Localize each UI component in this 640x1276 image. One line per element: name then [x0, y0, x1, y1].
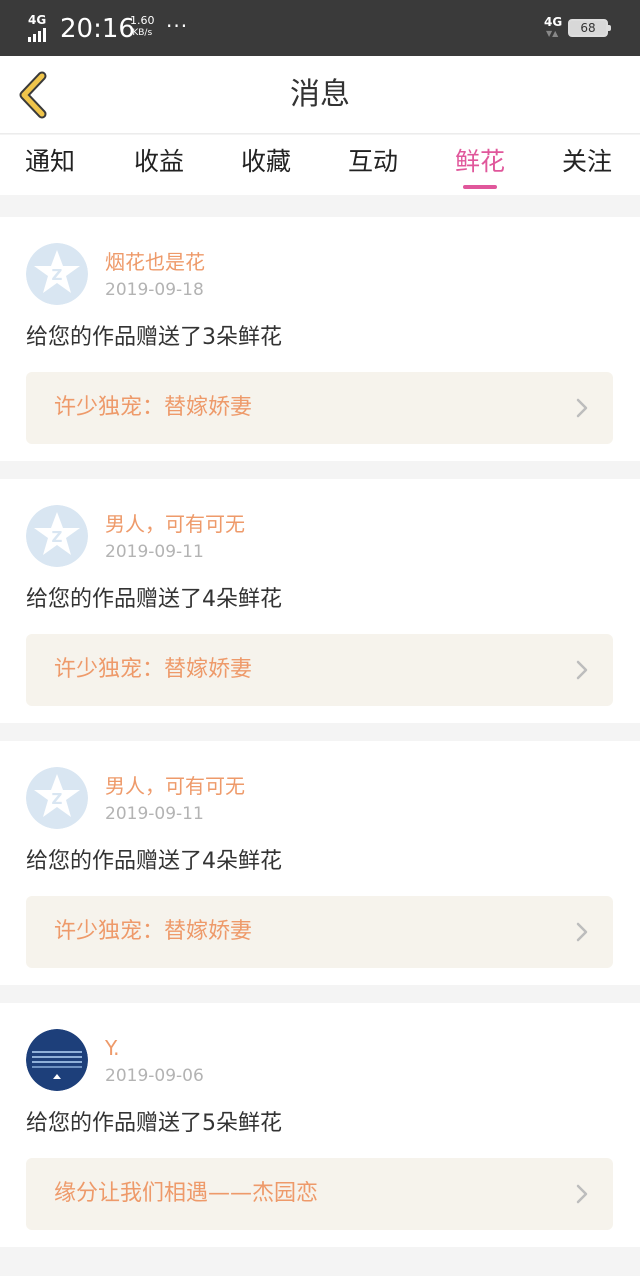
avatar[interactable] — [26, 1029, 88, 1091]
list-item: Z 男人，可有可无 2019-09-11 给您的作品赠送了4朵鲜花 许少独宠：替… — [0, 741, 640, 985]
speed-value: 1.60 — [130, 14, 155, 27]
work-link[interactable]: 许少独宠：替嫁娇妻 — [26, 896, 613, 968]
page-title: 消息 — [290, 77, 350, 112]
work-link[interactable]: 缘分让我们相遇——杰园恋 — [26, 1158, 613, 1230]
message-text: 给您的作品赠送了4朵鲜花 — [26, 849, 282, 874]
chevron-right-icon — [576, 398, 588, 418]
tab-interaction[interactable]: 互动 — [328, 145, 418, 179]
sender-name[interactable]: 烟花也是花 — [105, 249, 205, 275]
network-type: 4G — [28, 13, 47, 27]
message-date: 2019-09-18 — [105, 280, 204, 300]
work-title: 许少独宠：替嫁娇妻 — [54, 657, 253, 682]
avatar[interactable]: Z — [26, 505, 88, 567]
battery-icon: 68 — [568, 19, 611, 37]
message-text: 给您的作品赠送了3朵鲜花 — [26, 325, 282, 350]
avatar[interactable]: Z — [26, 243, 88, 305]
svg-text:Z: Z — [52, 266, 63, 284]
default-avatar-icon: Z — [26, 767, 88, 829]
svg-text:Z: Z — [52, 790, 63, 808]
nav-bar: 消息 — [0, 56, 640, 134]
tab-flowers[interactable]: 鲜花 — [435, 145, 525, 179]
lake-avatar-icon — [26, 1029, 88, 1091]
sender-name[interactable]: 男人，可有可无 — [105, 773, 245, 799]
work-title: 缘分让我们相遇——杰园恋 — [54, 1181, 319, 1206]
tab-notice[interactable]: 通知 — [5, 145, 95, 179]
message-date: 2019-09-11 — [105, 542, 204, 562]
tab-favorites[interactable]: 收藏 — [221, 145, 311, 179]
message-date: 2019-09-11 — [105, 804, 204, 824]
sender-name[interactable]: 男人，可有可无 — [105, 511, 245, 537]
signal-icon — [28, 28, 46, 42]
list-item: Z 烟花也是花 2019-09-18 给您的作品赠送了3朵鲜花 许少独宠：替嫁娇… — [0, 217, 640, 461]
message-text: 给您的作品赠送了4朵鲜花 — [26, 587, 282, 612]
network-type-right: 4G — [544, 15, 563, 29]
tab-follow[interactable]: 关注 — [542, 145, 632, 179]
list-item: Z 男人，可有可无 2019-09-11 给您的作品赠送了4朵鲜花 许少独宠：替… — [0, 479, 640, 723]
tab-earnings[interactable]: 收益 — [114, 145, 204, 179]
more-dots-icon: ··· — [166, 14, 189, 38]
default-avatar-icon: Z — [26, 243, 88, 305]
message-text: 给您的作品赠送了5朵鲜花 — [26, 1111, 282, 1136]
work-title: 许少独宠：替嫁娇妻 — [54, 395, 253, 420]
default-avatar-icon: Z — [26, 505, 88, 567]
data-arrows-icon: ▼▲ — [546, 29, 559, 38]
message-date: 2019-09-06 — [105, 1066, 204, 1086]
work-link[interactable]: 许少独宠：替嫁娇妻 — [26, 634, 613, 706]
tab-bar: 通知 收益 收藏 互动 鲜花 关注 — [0, 135, 640, 195]
work-link[interactable]: 许少独宠：替嫁娇妻 — [26, 372, 613, 444]
status-bar: 4G 20:16 1.60 KB/s ··· 4G ▼▲ 68 — [0, 0, 640, 56]
network-speed: 1.60 KB/s — [130, 14, 155, 40]
chevron-right-icon — [576, 1184, 588, 1204]
chevron-right-icon — [576, 922, 588, 942]
active-tab-indicator — [463, 185, 497, 189]
svg-text:Z: Z — [52, 528, 63, 546]
sender-name[interactable]: Y. — [105, 1035, 120, 1061]
clock: 20:16 — [60, 14, 135, 44]
chevron-right-icon — [576, 660, 588, 680]
avatar[interactable]: Z — [26, 767, 88, 829]
list-item: Y. 2019-09-06 给您的作品赠送了5朵鲜花 缘分让我们相遇——杰园恋 — [0, 1003, 640, 1247]
work-title: 许少独宠：替嫁娇妻 — [54, 919, 253, 944]
speed-unit: KB/s — [132, 28, 153, 38]
